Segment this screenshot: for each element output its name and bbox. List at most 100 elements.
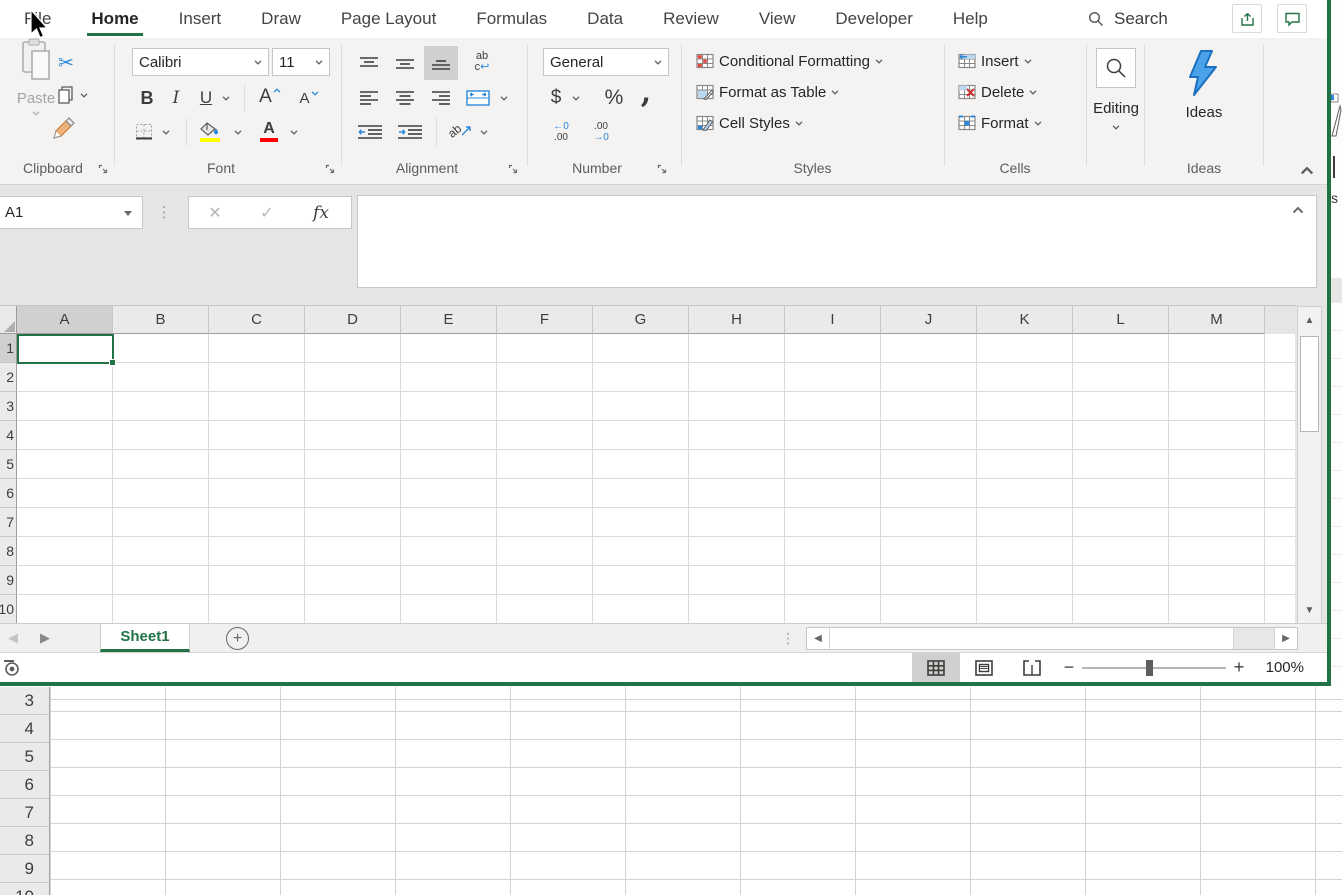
bold-button[interactable]: B bbox=[134, 84, 160, 112]
zoom-in-button[interactable]: + bbox=[1228, 657, 1250, 678]
align-right-button[interactable] bbox=[424, 84, 458, 112]
decrease-decimal-button[interactable]: .00→0 bbox=[583, 118, 619, 146]
format-as-table-button[interactable]: Format as Table bbox=[696, 77, 839, 107]
merge-center-button[interactable] bbox=[460, 84, 496, 112]
cell-styles-button[interactable]: Cell Styles bbox=[696, 108, 803, 138]
decrease-indent-button[interactable] bbox=[352, 118, 388, 146]
menu-tab-draw[interactable]: Draw bbox=[241, 0, 321, 38]
row-header-3[interactable]: 3 bbox=[0, 392, 17, 421]
next-sheet-button[interactable]: ▶ bbox=[40, 624, 50, 652]
bottom-align-button[interactable] bbox=[424, 46, 458, 80]
borders-dropdown-chevron[interactable] bbox=[162, 130, 170, 135]
grow-font-button[interactable]: A bbox=[254, 82, 286, 112]
currency-dropdown-chevron[interactable] bbox=[572, 96, 580, 101]
format-cells-button[interactable]: Format bbox=[958, 108, 1042, 138]
align-left-button[interactable] bbox=[352, 84, 386, 112]
page-layout-view-button[interactable] bbox=[960, 653, 1008, 682]
comments-button[interactable] bbox=[1277, 4, 1307, 33]
orientation-dropdown-chevron[interactable] bbox=[480, 130, 488, 135]
number-dialog-launcher[interactable] bbox=[657, 164, 667, 174]
enter-button[interactable]: ✓ bbox=[241, 203, 293, 223]
borders-button[interactable] bbox=[132, 118, 156, 146]
row-header-1[interactable]: 1 bbox=[0, 334, 17, 363]
zoom-level[interactable]: 100% bbox=[1252, 653, 1304, 682]
menu-tab-help[interactable]: Help bbox=[933, 0, 1008, 38]
menu-tab-insert[interactable]: Insert bbox=[159, 0, 242, 38]
horizontal-scroll-thumb[interactable] bbox=[830, 628, 1234, 649]
page-break-preview-button[interactable] bbox=[1008, 653, 1056, 682]
cells-grid[interactable] bbox=[17, 334, 1295, 624]
collapse-formula-bar-chevron[interactable] bbox=[1292, 206, 1304, 214]
percent-style-button[interactable]: % bbox=[598, 84, 630, 112]
menu-tab-view[interactable]: View bbox=[739, 0, 816, 38]
format-painter-button[interactable] bbox=[48, 114, 80, 142]
selected-cell-A1[interactable] bbox=[17, 334, 114, 364]
prev-sheet-button[interactable]: ◀ bbox=[8, 624, 18, 652]
normal-view-button[interactable] bbox=[912, 653, 960, 682]
underline-button[interactable]: U bbox=[194, 84, 218, 112]
col-header-m[interactable]: M bbox=[1169, 306, 1265, 334]
row-header-10[interactable]: 10 bbox=[0, 595, 17, 624]
row-header-6[interactable]: 6 bbox=[0, 479, 17, 508]
fill-color-button[interactable] bbox=[196, 116, 224, 146]
new-sheet-button[interactable]: + bbox=[226, 627, 249, 650]
conditional-formatting-button[interactable]: Conditional Formatting bbox=[696, 46, 883, 76]
menu-tab-home[interactable]: Home bbox=[71, 0, 158, 38]
delete-cells-button[interactable]: Delete bbox=[958, 77, 1037, 107]
macro-record-icon[interactable] bbox=[4, 660, 20, 676]
menu-tab-review[interactable]: Review bbox=[643, 0, 739, 38]
select-all-corner[interactable] bbox=[0, 306, 17, 334]
name-box[interactable]: A1 bbox=[0, 196, 143, 229]
col-header-j[interactable]: J bbox=[881, 306, 977, 334]
row-header-9[interactable]: 9 bbox=[0, 566, 17, 595]
col-header-h[interactable]: H bbox=[689, 306, 785, 334]
font-dialog-launcher[interactable] bbox=[325, 164, 335, 174]
merge-center-dropdown-chevron[interactable] bbox=[500, 96, 508, 101]
col-header-g[interactable]: G bbox=[593, 306, 689, 334]
col-header-e[interactable]: E bbox=[401, 306, 497, 334]
sheet-tab-sheet1[interactable]: Sheet1 bbox=[100, 624, 190, 652]
menu-tab-data[interactable]: Data bbox=[567, 0, 643, 38]
comma-style-button[interactable]: , bbox=[636, 78, 656, 106]
font-name-combo[interactable]: Calibri bbox=[132, 48, 269, 76]
font-size-combo[interactable]: 11 bbox=[272, 48, 330, 76]
font-color-button[interactable]: A bbox=[256, 116, 282, 146]
fill-handle[interactable] bbox=[109, 359, 116, 366]
tab-bar-drag-handle[interactable]: ⋮ bbox=[781, 624, 795, 652]
increase-indent-button[interactable] bbox=[392, 118, 428, 146]
cancel-button[interactable]: ✕ bbox=[189, 203, 241, 223]
col-header-l[interactable]: L bbox=[1073, 306, 1169, 334]
row-header-8[interactable]: 8 bbox=[0, 537, 17, 566]
copy-button[interactable] bbox=[50, 82, 96, 108]
row-header-7[interactable]: 7 bbox=[0, 508, 17, 537]
col-header-d[interactable]: D bbox=[305, 306, 401, 334]
col-header-f[interactable]: F bbox=[497, 306, 593, 334]
search-box[interactable]: Search bbox=[1088, 0, 1168, 38]
editing-button[interactable]: Editing bbox=[1088, 46, 1144, 166]
scroll-left-button[interactable]: ◀ bbox=[807, 628, 830, 649]
menu-tab-formulas[interactable]: Formulas bbox=[456, 0, 567, 38]
horizontal-scrollbar[interactable]: ◀ ▶ bbox=[806, 627, 1298, 650]
insert-cells-button[interactable]: Insert bbox=[958, 46, 1032, 76]
zoom-out-button[interactable]: − bbox=[1058, 657, 1080, 678]
fill-color-dropdown-chevron[interactable] bbox=[234, 130, 242, 135]
zoom-slider-track[interactable] bbox=[1082, 667, 1226, 669]
zoom-slider-thumb[interactable] bbox=[1146, 660, 1153, 676]
vertical-scroll-thumb[interactable] bbox=[1300, 336, 1319, 432]
insert-function-button[interactable]: fx bbox=[293, 203, 349, 223]
scroll-up-button[interactable]: ▲ bbox=[1298, 307, 1321, 333]
row-header-2[interactable]: 2 bbox=[0, 363, 17, 392]
col-header-c[interactable]: C bbox=[209, 306, 305, 334]
col-header-a[interactable]: A bbox=[17, 306, 113, 334]
clipboard-dialog-launcher[interactable] bbox=[98, 164, 108, 174]
font-color-dropdown-chevron[interactable] bbox=[290, 130, 298, 135]
menu-tab-page-layout[interactable]: Page Layout bbox=[321, 0, 456, 38]
currency-button[interactable]: $ bbox=[546, 84, 566, 112]
col-header-i[interactable]: I bbox=[785, 306, 881, 334]
orientation-button[interactable]: ab bbox=[444, 116, 476, 146]
name-box-dropdown-arrow[interactable] bbox=[124, 211, 132, 216]
col-header-k[interactable]: K bbox=[977, 306, 1073, 334]
shrink-font-button[interactable]: A bbox=[292, 84, 326, 112]
collapse-ribbon-chevron[interactable] bbox=[1300, 166, 1314, 175]
italic-button[interactable]: I bbox=[164, 84, 188, 112]
